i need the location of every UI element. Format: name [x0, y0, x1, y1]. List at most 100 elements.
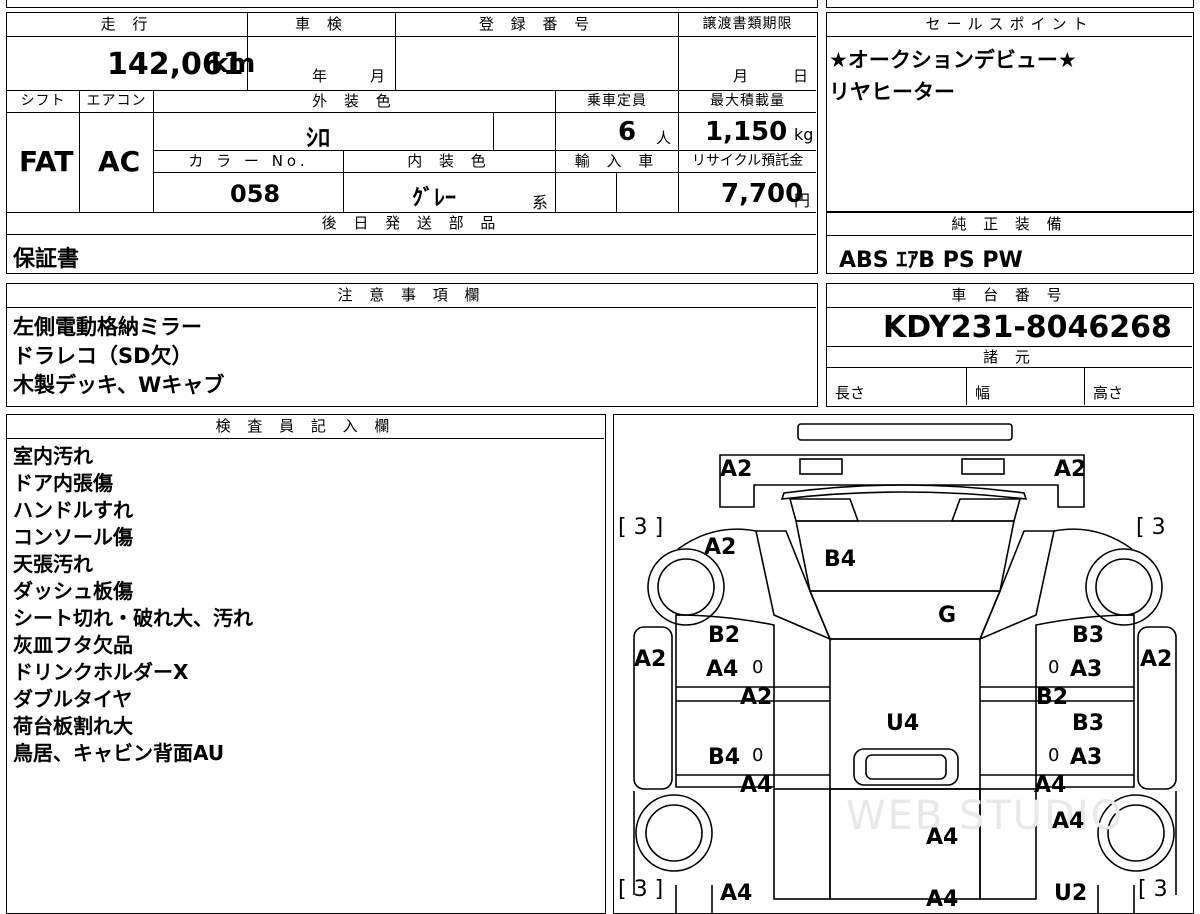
damage-mark: A2 — [1140, 647, 1173, 672]
inspector-line: 荷台板割れ大 — [13, 714, 133, 738]
chassis-box: 車 台 番 号 KDY231-8046268 諸 元 長さ 幅 高さ — [826, 283, 1194, 407]
recycle-cell: 7,700 円 — [679, 173, 816, 213]
notes-header: 注 意 事 項 欄 — [7, 284, 816, 308]
top-strip-right — [826, 0, 1194, 8]
capacity-cell: 6 人 — [556, 113, 679, 151]
damage-mark: A2 — [740, 685, 773, 710]
max-load-unit: kg — [794, 125, 814, 144]
height-label: 高さ — [1093, 384, 1124, 402]
ac-cell: AC — [80, 113, 154, 213]
damage-mark: B3 — [1072, 623, 1105, 648]
recycle-value: 7,700 — [721, 179, 804, 209]
damage-mark: A2 — [634, 647, 667, 672]
recycle-header: リサイクル預託金 — [679, 151, 816, 173]
damage-mark: 0 — [1048, 745, 1060, 766]
inspector-header: 検 査 員 記 入 欄 — [7, 415, 604, 439]
damage-diagram: WEB STUDIO A2 A2 [ 3 ] [ 3 A2 B4 G B2 A4… — [613, 414, 1194, 914]
transfer-deadline-cell: 月 日 — [679, 37, 816, 91]
damage-mark: B4 — [824, 547, 857, 572]
damage-mark: B4 — [708, 745, 741, 770]
damage-mark: 0 — [752, 657, 764, 678]
height-cell: 高さ — [1085, 368, 1192, 405]
damage-mark: A2 — [704, 535, 737, 560]
exterior-header: 外 装 色 — [154, 91, 556, 113]
color-no-header: カ ラ ー No. — [154, 151, 344, 173]
import-cell-a — [556, 173, 617, 213]
color-no-value: 058 — [230, 180, 281, 208]
later-parts-header: 後 日 発 送 部 品 — [7, 213, 816, 235]
max-load-value: 1,150 — [705, 117, 788, 147]
sales-point-header: セールスポイント — [827, 13, 1192, 37]
transfer-day: 日 — [793, 67, 809, 85]
damage-mark: A2 — [1054, 457, 1087, 482]
damage-mark: A3 — [1070, 745, 1103, 770]
damage-mark: A4 — [1052, 809, 1085, 834]
inspector-line: ダブルタイヤ — [13, 687, 133, 711]
import-header: 輸 入 車 — [556, 151, 679, 173]
capacity-unit: 人 — [656, 129, 672, 147]
damage-mark: A4 — [926, 825, 959, 850]
width-label: 幅 — [975, 384, 991, 402]
inspector-line: シート切れ・破れ大、汚れ — [13, 606, 253, 630]
inspector-line: 天張汚れ — [13, 552, 93, 576]
vehicle-info-table: 走 行 車 検 登 録 番 号 譲渡書類期限 142,061 km 年 月 月 … — [6, 12, 818, 274]
import-cell-b — [617, 173, 679, 213]
damage-mark: G — [938, 603, 957, 628]
mileage-header: 走 行 — [7, 13, 248, 37]
note-line-1: 左側電動格納ミラー — [13, 315, 202, 339]
inspector-line: ドア内張傷 — [13, 471, 113, 495]
shift-header: シフト — [7, 91, 80, 113]
sales-line-1: ★オークションデビュー★ — [829, 48, 1077, 72]
inspection-cell: 年 月 — [248, 37, 396, 91]
sales-point-box: セールスポイント ★オークションデビュー★ リヤヒーター — [826, 12, 1194, 212]
note-line-3: 木製デッキ、Wキャブ — [13, 373, 225, 397]
note-line-2: ドラレコ（SD欠） — [13, 344, 193, 368]
inspector-box: 検 査 員 記 入 欄 室内汚れ ドア内張傷 ハンドルすれ コンソール傷 天張汚… — [6, 414, 606, 914]
damage-mark: A4 — [1034, 773, 1067, 798]
capacity-value: 6 — [618, 117, 637, 147]
damage-mark: B2 — [708, 623, 741, 648]
inspection-year: 年 — [312, 67, 328, 85]
damage-mark: U4 — [886, 711, 920, 736]
ac-value: AC — [98, 145, 141, 178]
equipment-value: ABS ｴｱB PS PW — [839, 248, 1023, 273]
color-no-cell: 058 — [154, 173, 344, 213]
mileage-cell: 142,061 km — [7, 37, 255, 91]
inspector-line: 鳥居、キャビン背面AU — [13, 741, 225, 765]
registration-header: 登 録 番 号 — [396, 13, 679, 37]
notes-box: 注 意 事 項 欄 左側電動格納ミラー ドラレコ（SD欠） 木製デッキ、Wキャブ — [6, 283, 818, 407]
chassis-header: 車 台 番 号 — [827, 284, 1192, 308]
damage-mark: B3 — [1072, 711, 1105, 736]
interior-value: ｸﾞﾚｰ — [412, 186, 457, 211]
interior-header: 内 装 色 — [344, 151, 556, 173]
length-label: 長さ — [835, 384, 866, 402]
width-cell: 幅 — [967, 368, 1085, 405]
transfer-deadline-header: 譲渡書類期限 — [679, 13, 816, 37]
damage-mark: [ 3 — [1138, 877, 1168, 902]
inspector-line: 室内汚れ — [13, 444, 93, 468]
damage-mark: A4 — [720, 881, 753, 906]
damage-mark: 0 — [752, 745, 764, 766]
inspection-month: 月 — [370, 67, 386, 85]
damage-mark: A4 — [706, 657, 739, 682]
recycle-unit: 円 — [794, 191, 811, 210]
inspector-line: ダッシュ板傷 — [13, 579, 133, 603]
top-strip — [6, 0, 818, 8]
exterior-extra-cell — [494, 113, 556, 151]
interior-cell: ｸﾞﾚｰ 系 — [344, 173, 556, 213]
exterior-value: ｼﾛ — [306, 124, 330, 152]
ac-header: エアコン — [80, 91, 154, 113]
damage-mark: [ 3 ] — [618, 877, 664, 902]
max-load-header: 最大積載量 — [679, 91, 816, 113]
exterior-cell: ｼﾛ — [154, 113, 494, 152]
sales-line-2: リヤヒーター — [829, 80, 955, 104]
shift-cell: FAT — [7, 113, 80, 213]
capacity-header: 乗車定員 — [556, 91, 679, 113]
inspection-header: 車 検 — [248, 13, 396, 37]
inspector-line: ドリンクホルダーX — [13, 660, 189, 684]
chassis-value: KDY231-8046268 — [883, 310, 1172, 345]
equipment-header: 純 正 装 備 — [827, 212, 1192, 236]
damage-mark: A2 — [720, 457, 753, 482]
equipment-box: 純 正 装 備 ABS ｴｱB PS PW — [826, 212, 1194, 274]
later-parts-value: 保証書 — [13, 247, 80, 272]
